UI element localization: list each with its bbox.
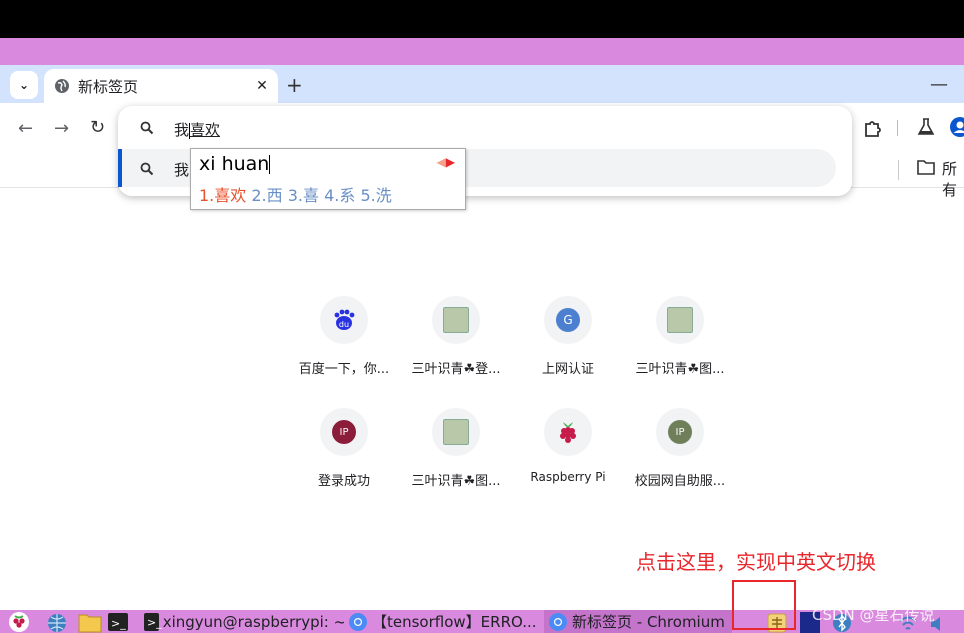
taskbar-item-label: 【tensorflow】ERRO... <box>372 613 537 631</box>
ime-preedit: xi huan <box>199 153 271 175</box>
shortcut-icon-circle: G <box>544 296 592 344</box>
shortcut-label: 上网认证 <box>541 362 594 377</box>
ime-page-arrows[interactable]: ◀▶ <box>437 155 455 169</box>
search-icon <box>140 121 154 135</box>
shortcut-label: 三叶识青☘图... <box>411 474 501 489</box>
ime-preedit-text: xi huan <box>199 153 270 175</box>
annotation-text: 点击这里，实现中英文切换 <box>636 550 876 574</box>
suggestion-search-icon <box>140 162 154 176</box>
taskbar-item-label: 新标签页 - Chromium <box>572 613 725 631</box>
ip-icon: IP <box>332 420 356 444</box>
letter-g-icon: G <box>556 308 580 332</box>
forward-button[interactable]: → <box>54 118 69 139</box>
shortcut-label: 三叶识青☘登... <box>411 362 501 377</box>
close-tab-icon[interactable]: ✕ <box>252 78 272 94</box>
ime-candidate[interactable]: 5.洗 <box>361 186 392 205</box>
shortcut-label: 三叶识青☘图... <box>635 362 725 377</box>
tab-search-dropdown-button[interactable]: ⌄ <box>10 71 38 99</box>
tab-new-tab[interactable]: 新标签页 ✕ <box>44 69 278 103</box>
ime-candidate[interactable]: 3.喜 <box>288 186 319 205</box>
suggestion-selection-indicator <box>118 149 122 187</box>
shortcut-icon-circle: IP <box>656 408 704 456</box>
shortcut-icon-circle <box>656 296 704 344</box>
shortcut-icon-circle <box>544 408 592 456</box>
file-manager-folder-icon[interactable] <box>78 612 102 633</box>
window-title-bar <box>0 38 964 65</box>
ime-prev-page-icon[interactable]: ◀ <box>437 155 446 169</box>
toolbar-divider <box>897 120 898 136</box>
taskbar-item-terminal[interactable]: >_ xingyun@raspberrypi: ~ <box>144 610 344 633</box>
baidu-icon-text: du <box>339 320 349 329</box>
chromium-icon <box>349 612 367 631</box>
shortcut-tile[interactable]: G 上网认证 <box>512 296 624 377</box>
baidu-icon: du <box>334 309 355 330</box>
raspberry-menu-icon[interactable] <box>8 611 30 633</box>
taskbar-item-label: xingyun@raspberrypi: ~ <box>162 612 344 631</box>
shortcut-tile[interactable]: 三叶识青☘登... <box>400 296 512 377</box>
shortcut-icon-circle <box>432 408 480 456</box>
shortcut-tile[interactable]: IP 登录成功 <box>288 408 400 489</box>
web-browser-globe-icon[interactable] <box>46 612 68 633</box>
thumbnail-icon <box>667 307 693 333</box>
omnibox-query-prefix: 我 <box>174 121 190 139</box>
omnibox-input[interactable]: 我喜欢 <box>174 119 220 140</box>
back-button[interactable]: ← <box>18 118 33 139</box>
terminal-launcher-icon[interactable]: >_ <box>108 613 128 631</box>
shortcut-icon-circle: du <box>320 296 368 344</box>
ime-candidate[interactable]: 4.系 <box>324 186 355 205</box>
tab-title: 新标签页 <box>78 77 139 96</box>
bookmarks-divider <box>898 160 899 180</box>
shortcut-label: 校园网自助服... <box>634 474 726 489</box>
shortcut-tile[interactable]: 三叶识青☘图... <box>624 296 736 377</box>
shortcut-tile[interactable]: 三叶识青☘图... <box>400 408 512 489</box>
all-bookmarks-label[interactable]: 所有 <box>942 158 964 200</box>
labs-flask-icon[interactable] <box>916 117 936 137</box>
shortcut-tile[interactable]: IP 校园网自助服... <box>624 408 736 489</box>
chromium-icon <box>549 612 567 631</box>
screen-top-bar <box>0 0 964 38</box>
new-tab-button[interactable]: + <box>286 73 303 97</box>
shortcut-tile[interactable]: du 百度一下，你... <box>288 296 400 377</box>
ime-caret <box>269 155 271 174</box>
suggestion-text: 我 <box>174 161 190 179</box>
ip-icon: IP <box>668 420 692 444</box>
shortcut-label: 百度一下，你... <box>298 362 390 377</box>
watermark-text: CSDN @星石传说 <box>812 606 935 624</box>
shortcut-icon-circle <box>432 296 480 344</box>
extensions-icon[interactable] <box>862 118 882 138</box>
shortcut-tile[interactable]: Raspberry Pi <box>512 408 624 484</box>
shortcut-icon-circle: IP <box>320 408 368 456</box>
ime-candidate[interactable]: 1.喜欢 <box>199 186 246 205</box>
globe-icon <box>55 79 69 93</box>
annotation-highlight-box <box>732 580 796 630</box>
terminal-icon: >_ <box>144 612 162 631</box>
taskbar-item-chromium-1[interactable]: 【tensorflow】ERRO... <box>348 610 538 633</box>
ime-candidate-list: 1.喜欢 2.西 3.喜 4.系 5.洗 <box>199 182 392 206</box>
omnibox-composition-text: 喜欢 <box>190 121 221 139</box>
shortcut-label: 登录成功 <box>317 474 370 489</box>
ime-next-page-icon[interactable]: ▶ <box>446 155 455 169</box>
raspberry-icon <box>560 422 576 443</box>
shortcut-label: Raspberry Pi <box>530 470 606 484</box>
profile-avatar-icon[interactable] <box>950 117 964 137</box>
thumbnail-icon <box>443 307 469 333</box>
folder-icon[interactable] <box>917 159 935 175</box>
thumbnail-icon <box>443 419 469 445</box>
ime-candidate-window: xi huan ◀▶ 1.喜欢 2.西 3.喜 4.系 5.洗 <box>190 148 466 210</box>
minimize-button[interactable]: — <box>930 74 948 95</box>
ime-candidate[interactable]: 2.西 <box>251 186 282 205</box>
taskbar-item-chromium-2[interactable]: 新标签页 - Chromium <box>544 610 732 633</box>
reload-button[interactable]: ↻ <box>90 117 105 138</box>
